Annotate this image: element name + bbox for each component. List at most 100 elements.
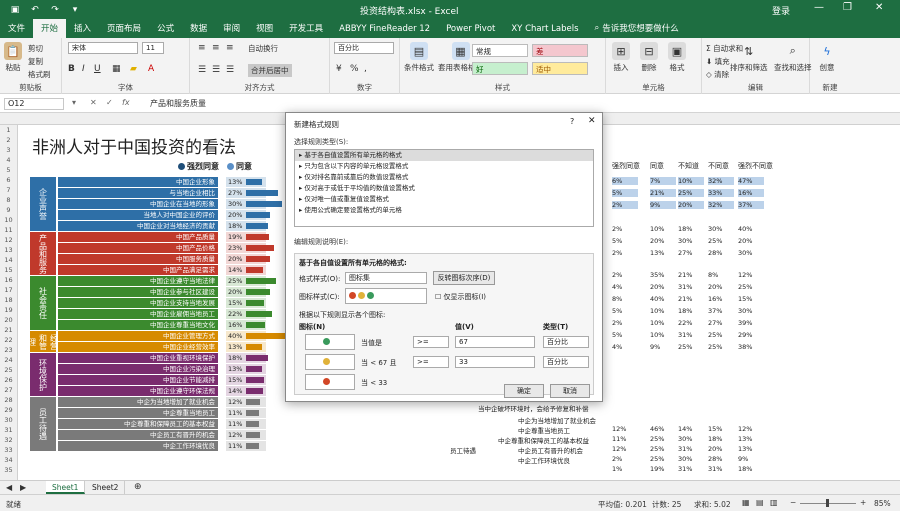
right-table-cell[interactable]: 5% xyxy=(612,237,638,245)
insert-function-icon[interactable]: fx xyxy=(122,98,130,107)
row-header[interactable]: 35 xyxy=(0,465,17,475)
right-table-cell[interactable]: 10% xyxy=(650,331,676,339)
row-header[interactable]: 29 xyxy=(0,405,17,415)
row-header[interactable]: 16 xyxy=(0,275,17,285)
tab-4[interactable]: 公式 xyxy=(149,19,182,38)
right-table-cell[interactable]: 31% xyxy=(708,465,722,473)
find-select-button[interactable]: ⌕ 查找和选择 xyxy=(774,42,812,73)
row-header[interactable]: 31 xyxy=(0,425,17,435)
right-table-cell[interactable]: 13% xyxy=(738,435,752,443)
tab-7[interactable]: 视图 xyxy=(248,19,281,38)
table-row[interactable]: 中国企业支持当地发展 15% xyxy=(58,298,298,308)
creative-button[interactable]: ϟ 创意 xyxy=(818,42,836,73)
table-row[interactable]: 中企员工有晋升的机会 12% xyxy=(58,430,298,440)
next-sheet-icon[interactable]: ▶ xyxy=(20,483,26,492)
normal-view-icon[interactable]: ▦ xyxy=(742,498,750,507)
table-row[interactable]: 中国企业节能减排 15% xyxy=(58,375,298,385)
right-table-cell[interactable]: 47% xyxy=(738,177,764,185)
bold-button[interactable]: B xyxy=(68,64,75,74)
table-row[interactable]: 中国企业尊重当地文化 16% xyxy=(58,320,298,330)
add-sheet-icon[interactable]: ⊕ xyxy=(134,482,142,492)
right-table-cell[interactable]: 9% xyxy=(738,455,748,463)
right-table-cell[interactable]: 9% xyxy=(650,343,676,351)
table-row[interactable]: 中国企业对当地经济的贡献 18% xyxy=(58,221,298,231)
right-table-cell[interactable]: 46% xyxy=(650,425,664,433)
right-table-cell[interactable]: 5% xyxy=(612,307,638,315)
right-table-cell[interactable]: 20% xyxy=(650,237,676,245)
right-table-cell[interactable]: 2% xyxy=(612,271,638,279)
row-header[interactable]: 33 xyxy=(0,445,17,455)
rule-type-item[interactable]: ▸ 使用公式确定要设置格式的单元格 xyxy=(295,205,593,216)
right-table-cell[interactable]: 21% xyxy=(678,271,704,279)
rule-type-item[interactable]: ▸ 仅对高于或低于平均值的数值设置格式 xyxy=(295,183,593,194)
confirm-icon[interactable]: ✓ xyxy=(106,98,113,107)
right-table-cell[interactable]: 14% xyxy=(678,425,692,433)
ok-button[interactable]: 确定 xyxy=(504,384,544,398)
table-row[interactable]: 中企工作环境优良 11% xyxy=(58,441,298,451)
right-table-cell[interactable]: 38% xyxy=(738,343,764,351)
table-row[interactable]: 与当地企业相比 27% xyxy=(58,188,298,198)
row-header[interactable]: 26 xyxy=(0,375,17,385)
save-icon[interactable]: ▣ xyxy=(8,4,22,16)
tab-10[interactable]: Power Pivot xyxy=(438,21,503,38)
fill-color-icon[interactable]: ▰ xyxy=(130,64,137,74)
page-layout-icon[interactable]: ▤ xyxy=(756,498,764,507)
help-button[interactable]: ? xyxy=(570,117,574,126)
type-select-2[interactable]: 百分比 xyxy=(543,356,589,368)
format-painter-button[interactable]: 格式刷 xyxy=(28,69,51,80)
right-table-cell[interactable]: 37% xyxy=(708,307,734,315)
right-table-cell[interactable]: 25% xyxy=(650,455,664,463)
right-table-cell[interactable]: 13% xyxy=(738,445,752,453)
redo-icon[interactable]: ↷ xyxy=(48,4,62,16)
tab-11[interactable]: XY Chart Labels xyxy=(503,21,586,38)
row-header[interactable]: 5 xyxy=(0,165,17,175)
row-header[interactable]: 21 xyxy=(0,325,17,335)
right-table-cell[interactable]: 37% xyxy=(738,201,764,209)
right-table-cell[interactable]: 39% xyxy=(738,319,764,327)
restore-button[interactable]: ❐ xyxy=(843,2,852,13)
tell-me-search[interactable]: ⌕ 告诉我您想要做什么 xyxy=(587,19,687,38)
right-table-cell[interactable]: 12% xyxy=(612,425,626,433)
comma-icon[interactable]: , xyxy=(364,64,367,74)
right-table-cell[interactable]: 20% xyxy=(678,201,704,209)
undo-icon[interactable]: ↶ xyxy=(28,4,42,16)
right-table-cell[interactable]: 16% xyxy=(738,189,764,197)
font-color-icon[interactable]: A xyxy=(148,64,154,74)
rule-type-list[interactable]: ▸ 基于各自值设置所有单元格的格式 ▸ 只为包含以下内容的单元格设置格式 ▸ 仅对排… xyxy=(294,149,594,227)
page-break-icon[interactable]: ▥ xyxy=(770,498,778,507)
right-table-cell[interactable]: 2% xyxy=(612,455,622,463)
customize-icon[interactable]: ▾ xyxy=(68,4,82,16)
right-table-cell[interactable]: 35% xyxy=(650,271,676,279)
zoom-in-icon[interactable]: + xyxy=(860,498,866,507)
right-table-cell[interactable]: 25% xyxy=(650,445,664,453)
style-bad[interactable]: 差 xyxy=(532,44,588,57)
table-row[interactable]: 中国企业遵守当地法律 25% xyxy=(58,276,298,286)
rule-type-item[interactable]: ▸ 仅对唯一值或重复值设置格式 xyxy=(295,194,593,205)
row-header[interactable]: 6 xyxy=(0,175,17,185)
right-table-cell[interactable]: 18% xyxy=(708,435,722,443)
right-table-cell[interactable]: 25% xyxy=(708,237,734,245)
right-table-cell[interactable]: 29% xyxy=(738,331,764,339)
name-box-dropdown-icon[interactable]: ▾ xyxy=(72,98,76,107)
right-table-cell[interactable]: 40% xyxy=(738,225,764,233)
right-table-cell[interactable]: 40% xyxy=(650,295,676,303)
right-table-cell[interactable]: 1% xyxy=(612,465,622,473)
row-header[interactable]: 9 xyxy=(0,205,17,215)
style-normal[interactable]: 常规 xyxy=(472,44,528,57)
right-table-cell[interactable]: 6% xyxy=(612,177,638,185)
value-input-2[interactable]: 33 xyxy=(455,356,535,368)
percent-icon[interactable]: % xyxy=(350,64,359,74)
right-table-cell[interactable]: 18% xyxy=(678,307,704,315)
right-table-cell[interactable]: 10% xyxy=(650,319,676,327)
font-size-field[interactable]: 11 xyxy=(142,42,164,54)
formula-input[interactable]: 产品和服务质量 xyxy=(150,98,206,109)
merge-center-button[interactable]: 合并后居中 xyxy=(248,64,292,77)
row-header[interactable]: 19 xyxy=(0,305,17,315)
right-table-cell[interactable]: 5% xyxy=(612,331,638,339)
format-cells-button[interactable]: ▣ 格式 xyxy=(668,42,686,73)
table-row[interactable]: 中国产品满足需求 14% xyxy=(58,265,298,275)
right-table-cell[interactable]: 2% xyxy=(612,249,638,257)
right-table-cell[interactable]: 10% xyxy=(678,177,704,185)
tab-2[interactable]: 插入 xyxy=(66,19,99,38)
sheet-tab-sheet2[interactable]: Sheet2 xyxy=(86,481,126,494)
